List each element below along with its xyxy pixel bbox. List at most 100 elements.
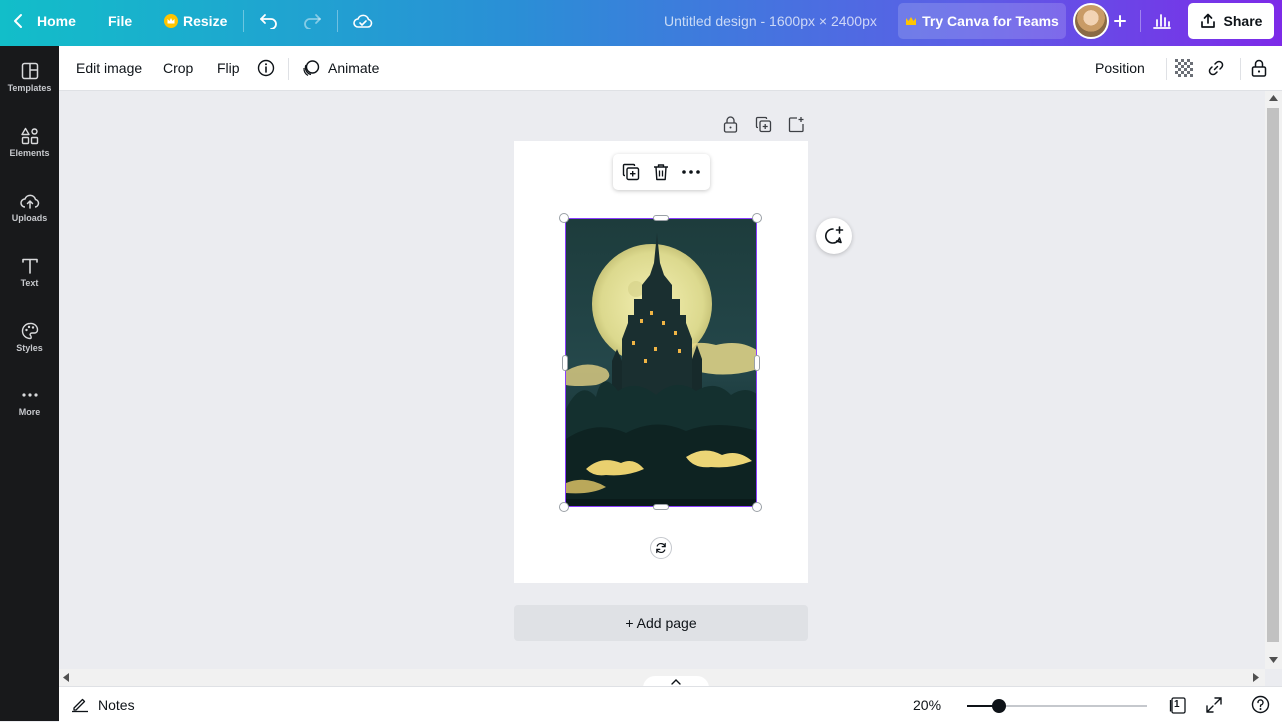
divider [337,10,338,32]
cloud-save-button[interactable] [353,0,373,42]
flip-button[interactable]: Flip [217,46,240,90]
sidebar-item-uploads[interactable]: Uploads [0,192,59,252]
more-options-button[interactable] [682,170,700,174]
resize-handle-right[interactable] [754,355,760,371]
chevron-up-icon [671,679,681,685]
crop-button[interactable]: Crop [163,46,193,90]
resize-handle-top-right[interactable] [752,213,762,223]
insights-button[interactable] [1153,0,1171,42]
sidebar-item-label: Styles [16,343,43,353]
resize-handle-top-left[interactable] [559,213,569,223]
notes-button[interactable]: Notes [71,687,135,722]
lock-button[interactable] [1251,46,1267,90]
position-button[interactable]: Position [1095,46,1145,90]
trash-icon [653,163,669,181]
resize-button[interactable]: Resize [164,0,227,42]
fullscreen-button[interactable] [1205,696,1223,714]
home-button[interactable]: Home [12,0,76,42]
resize-handle-top[interactable] [653,215,669,221]
vertical-scroll-thumb[interactable] [1267,108,1279,642]
delete-element-button[interactable] [653,163,669,181]
sidebar-item-templates[interactable]: Templates [0,62,59,122]
element-quick-toolbar [613,154,710,190]
sidebar-item-styles[interactable]: Styles [0,322,59,382]
undo-icon [259,13,279,29]
sidebar-item-more[interactable]: More [0,386,59,446]
resize-handle-bottom[interactable] [653,504,669,510]
scroll-right-arrow-icon[interactable] [1253,673,1259,682]
animate-icon [302,59,320,77]
expand-icon [1205,696,1223,714]
page-count-button[interactable]: 1 [1169,696,1187,714]
templates-icon [21,62,39,80]
top-bar: Home File Resize Untitled design - 1600p… [0,0,1282,46]
page-count-number: 1 [1174,699,1180,710]
redo-button[interactable] [302,0,322,42]
divider [1140,10,1141,32]
document-title[interactable]: Untitled design - 1600px × 2400px [664,13,877,29]
add-collaborator-button[interactable] [1113,0,1127,42]
vertical-scrollbar[interactable] [1265,91,1282,669]
add-comment-button[interactable] [816,218,852,254]
home-label: Home [37,13,76,29]
elements-icon [20,127,39,145]
crown-icon [905,16,917,26]
sidebar-item-elements[interactable]: Elements [0,127,59,187]
animate-button[interactable]: Animate [302,46,379,90]
chevron-left-icon [12,13,24,29]
selected-image[interactable] [565,218,757,507]
sidebar-item-label: Templates [7,83,52,93]
link-icon [1207,59,1225,77]
zoom-slider-knob[interactable] [992,699,1007,713]
comment-add-icon [824,226,844,246]
plus-icon [1113,14,1127,28]
add-page-icon-button[interactable] [788,116,805,133]
link-button[interactable] [1207,46,1225,90]
resize-handle-left[interactable] [562,355,568,371]
avatar[interactable] [1073,3,1109,39]
transparency-checker-icon [1175,59,1193,77]
scroll-left-arrow-icon[interactable] [63,673,69,682]
help-icon [1251,695,1270,714]
divider [243,10,244,32]
add-page-button[interactable]: + Add page [514,605,808,641]
divider [1166,58,1167,80]
sidebar-item-label: More [18,407,41,417]
duplicate-icon [622,163,640,181]
bottom-bar: Notes 20% 1 [59,686,1282,722]
rotate-icon [655,542,667,554]
more-horizontal-icon [682,170,700,174]
undo-button[interactable] [259,0,279,42]
rotate-handle[interactable] [650,537,672,559]
lock-page-button[interactable] [723,116,738,133]
bar-chart-icon [1153,13,1171,29]
divider [1240,58,1241,80]
share-button[interactable]: Share [1188,3,1274,39]
try-teams-button[interactable]: Try Canva for Teams [898,3,1066,39]
resize-handle-bottom-left[interactable] [559,502,569,512]
sidebar-item-label: Text [20,278,39,288]
duplicate-page-button[interactable] [755,116,772,133]
scroll-up-arrow-icon[interactable] [1269,95,1278,101]
sidebar-item-text[interactable]: Text [0,257,59,317]
cloud-check-icon [353,13,373,29]
zoom-slider[interactable] [967,699,1147,713]
transparency-button[interactable] [1175,46,1193,90]
divider [288,58,289,80]
add-page-icon [788,116,805,133]
scroll-down-arrow-icon[interactable] [1269,657,1278,663]
image-info-button[interactable] [257,46,275,90]
sidebar-item-label: Uploads [11,213,48,223]
duplicate-icon [755,116,772,133]
help-button[interactable] [1251,695,1270,714]
zoom-percentage[interactable]: 20% [913,697,941,713]
file-menu-button[interactable]: File [108,0,132,42]
redo-icon [302,13,322,29]
resize-handle-bottom-right[interactable] [752,502,762,512]
lock-icon [1251,59,1267,77]
duplicate-element-button[interactable] [622,163,640,181]
edit-image-button[interactable]: Edit image [76,46,142,90]
left-sidebar: Templates Elements Uploads Text Styles M… [0,46,59,721]
animate-label: Animate [328,60,380,76]
info-icon [257,59,275,77]
